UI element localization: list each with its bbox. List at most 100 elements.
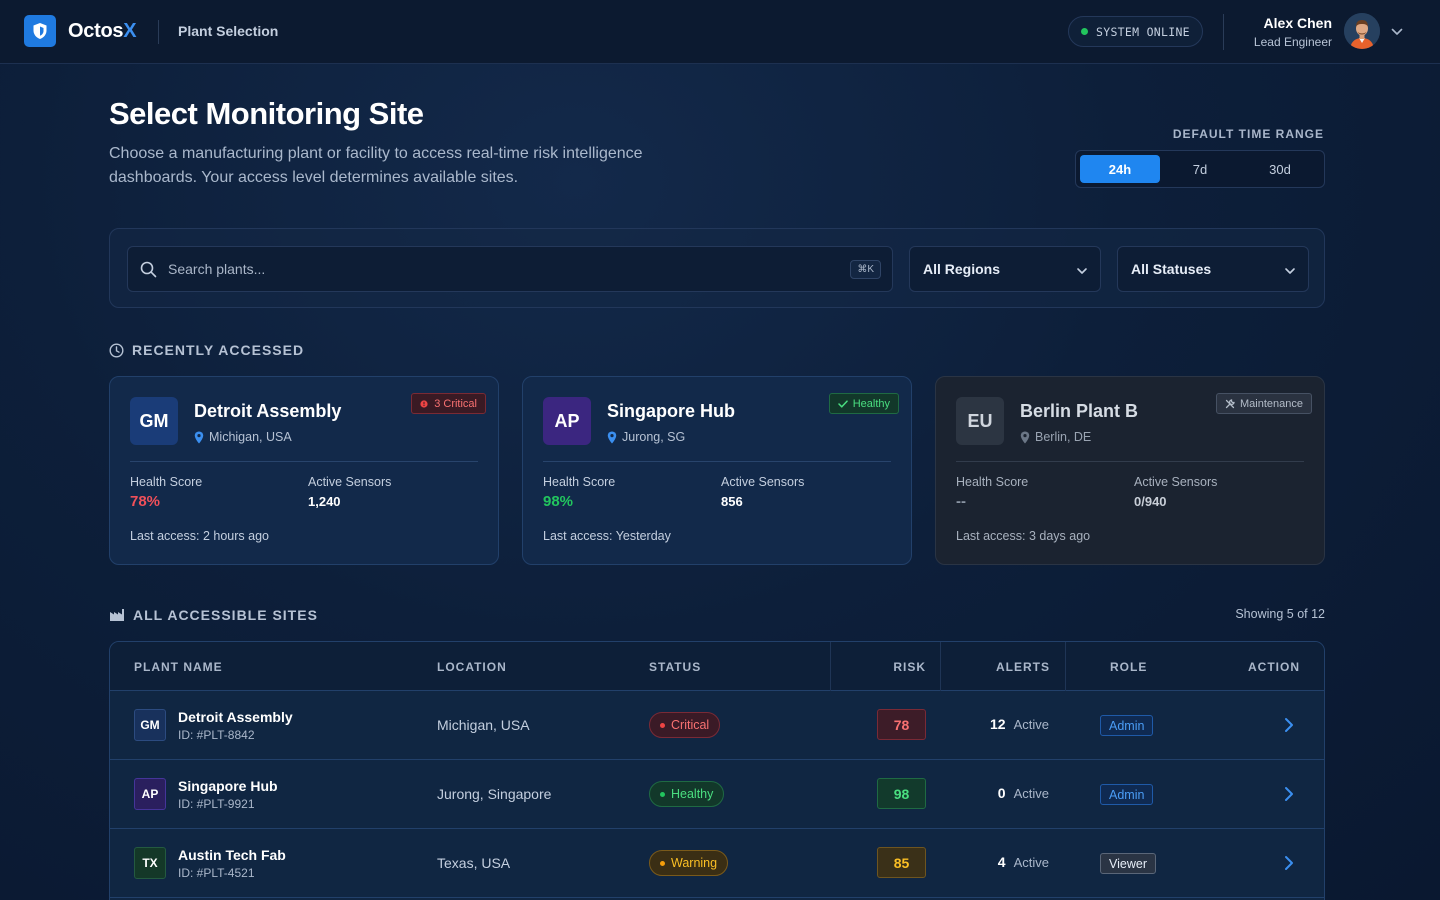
clock-icon xyxy=(109,342,124,358)
column-header-alerts[interactable]: ALERTS xyxy=(996,660,1050,674)
critical-status-badge: 3 Critical xyxy=(411,393,486,414)
page-title: Select Monitoring Site xyxy=(109,96,424,131)
role-badge: Viewer xyxy=(1100,853,1156,874)
alerts-count: 4 Active xyxy=(997,854,1049,870)
recent-section-heading: RECENTLY ACCESSED xyxy=(109,342,304,358)
last-access-text: Last access: Yesterday xyxy=(543,529,671,543)
active-sensors-value: 856 xyxy=(721,494,743,509)
chevron-right-icon[interactable] xyxy=(1282,855,1296,876)
region-select[interactable]: All Regions xyxy=(909,246,1101,292)
plant-name: Singapore Hub xyxy=(178,778,278,794)
recent-card-detroit[interactable]: GM Detroit Assembly Michigan, USA 3 Crit… xyxy=(109,376,499,565)
alerts-count: 12 Active xyxy=(990,716,1049,732)
alerts-count: 0 Active xyxy=(997,785,1049,801)
role-badge: Admin xyxy=(1100,784,1154,805)
plant-location: Michigan, USA xyxy=(194,430,292,444)
chevron-right-icon[interactable] xyxy=(1282,786,1296,807)
status-badge: Critical xyxy=(649,712,721,738)
time-range-label: DEFAULT TIME RANGE xyxy=(1172,127,1324,141)
plant-abbr-badge: AP xyxy=(134,778,166,810)
chevron-right-icon[interactable] xyxy=(1282,717,1296,738)
map-pin-icon xyxy=(1020,431,1030,443)
column-header-role[interactable]: ROLE xyxy=(1110,660,1147,674)
top-bar: OctosX Plant Selection SYSTEM ONLINE Ale… xyxy=(0,0,1440,64)
plant-name: Detroit Assembly xyxy=(194,401,342,421)
last-access-text: Last access: 2 hours ago xyxy=(130,529,269,543)
filter-bar: ⌘K All Regions All Statuses xyxy=(109,228,1325,308)
active-sensors-label: Active Sensors xyxy=(308,475,392,489)
sites-table: PLANT NAME LOCATION STATUS RISK ALERTS R… xyxy=(109,641,1325,900)
user-role: Lead Engineer xyxy=(1253,35,1332,49)
column-header-action: ACTION xyxy=(1248,660,1300,674)
keyboard-shortcut-hint: ⌘K xyxy=(850,260,881,279)
plant-name: Austin Tech Fab xyxy=(178,847,286,863)
health-score-label: Health Score xyxy=(543,475,616,489)
system-status-text: SYSTEM ONLINE xyxy=(1096,24,1190,39)
status-dot-icon xyxy=(660,860,665,866)
status-select-value: All Statuses xyxy=(1131,261,1212,277)
time-range-24h[interactable]: 24h xyxy=(1080,155,1160,183)
health-score-value: 98% xyxy=(543,493,574,510)
plant-abbr-badge: GM xyxy=(134,709,166,741)
health-score-value: 78% xyxy=(130,493,161,510)
plant-abbr-badge: GM xyxy=(130,397,178,445)
header-divider xyxy=(1223,14,1224,50)
map-pin-icon xyxy=(194,431,204,443)
recent-card-singapore[interactable]: AP Singapore Hub Jurong, SG Healthy Heal… xyxy=(522,376,912,565)
region-select-value: All Regions xyxy=(923,261,1001,277)
column-header-risk[interactable]: RISK xyxy=(893,660,926,674)
wrench-icon xyxy=(1225,398,1235,408)
column-header-location[interactable]: LOCATION xyxy=(437,660,507,674)
plant-location: Texas, USA xyxy=(437,855,511,871)
header-divider xyxy=(158,20,159,44)
health-score-value: -- xyxy=(956,493,966,510)
system-status-badge: SYSTEM ONLINE xyxy=(1068,16,1203,47)
map-pin-icon xyxy=(607,431,617,443)
results-count: Showing 5 of 12 xyxy=(1235,607,1325,621)
factory-icon xyxy=(110,609,124,621)
risk-score: 98 xyxy=(877,778,926,809)
card-divider xyxy=(130,461,478,462)
shield-logo-icon[interactable] xyxy=(24,15,56,47)
plant-name: Detroit Assembly xyxy=(178,709,293,725)
chevron-down-icon xyxy=(1076,264,1088,280)
search-box: ⌘K xyxy=(127,246,893,292)
active-sensors-label: Active Sensors xyxy=(1134,475,1218,489)
column-header-plant-name[interactable]: PLANT NAME xyxy=(134,660,223,674)
status-dot-icon xyxy=(660,722,665,728)
time-range-7d[interactable]: 7d xyxy=(1160,155,1240,183)
plant-abbr-badge: TX xyxy=(134,847,166,879)
active-sensors-value: 0/940 xyxy=(1134,494,1167,509)
risk-score: 85 xyxy=(877,847,926,878)
recent-card-berlin[interactable]: EU Berlin Plant B Berlin, DE Maintenance… xyxy=(935,376,1325,565)
time-range-30d[interactable]: 30d xyxy=(1240,155,1320,183)
plant-location: Berlin, DE xyxy=(1020,430,1091,444)
sites-heading-text: ALL ACCESSIBLE SITES xyxy=(133,607,318,623)
table-header: PLANT NAME LOCATION STATUS RISK ALERTS R… xyxy=(110,642,1324,691)
alert-dot-icon xyxy=(420,399,428,408)
status-dot-icon xyxy=(1081,28,1088,35)
avatar[interactable] xyxy=(1344,13,1380,49)
status-badge: Healthy xyxy=(649,781,725,807)
chevron-down-icon[interactable] xyxy=(1390,25,1404,44)
search-input[interactable] xyxy=(168,247,828,291)
table-row[interactable]: GM Detroit Assembly ID: #PLT-8842 Michig… xyxy=(110,691,1324,760)
column-divider xyxy=(940,642,941,691)
role-badge: Admin xyxy=(1100,715,1154,736)
plant-id: ID: #PLT-8842 xyxy=(178,728,255,742)
user-name[interactable]: Alex Chen xyxy=(1264,15,1332,31)
table-row[interactable]: TX Austin Tech Fab ID: #PLT-4521 Texas, … xyxy=(110,829,1324,898)
plant-id: ID: #PLT-9921 xyxy=(178,797,255,811)
brand-name[interactable]: OctosX xyxy=(68,20,137,43)
status-select[interactable]: All Statuses xyxy=(1117,246,1309,292)
table-row[interactable]: AP Singapore Hub ID: #PLT-9921 Jurong, S… xyxy=(110,760,1324,829)
column-header-status[interactable]: STATUS xyxy=(649,660,701,674)
chevron-down-icon xyxy=(1284,264,1296,280)
column-divider xyxy=(1065,642,1066,691)
breadcrumb: Plant Selection xyxy=(178,23,279,39)
active-sensors-label: Active Sensors xyxy=(721,475,805,489)
card-divider xyxy=(956,461,1304,462)
search-icon xyxy=(140,261,157,283)
plant-name: Berlin Plant B xyxy=(1020,401,1139,421)
sites-section-heading: ALL ACCESSIBLE SITES xyxy=(109,607,318,623)
